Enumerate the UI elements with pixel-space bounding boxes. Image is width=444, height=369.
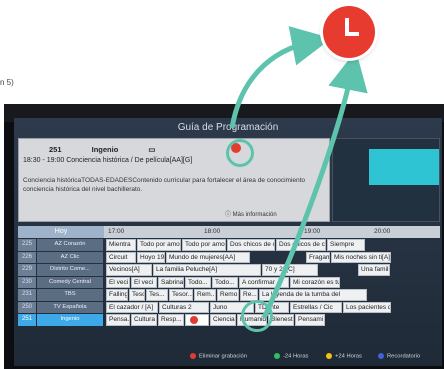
clock-record-icon — [323, 6, 375, 58]
arrow-to-clock — [261, 50, 368, 320]
arrow-to-clock — [229, 26, 332, 129]
annotation-arrows — [229, 26, 368, 320]
